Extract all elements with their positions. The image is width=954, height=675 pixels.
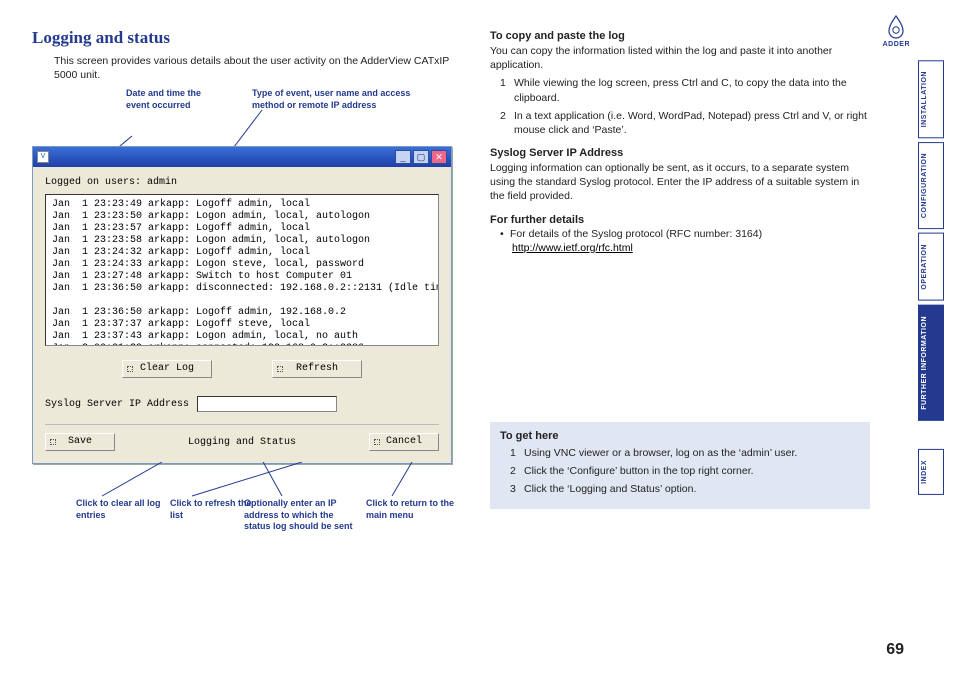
- to-get-here-box: To get here 1Using VNC viewer or a brows…: [490, 422, 870, 509]
- copy-intro: You can copy the information listed with…: [490, 44, 870, 72]
- tab-configuration[interactable]: CONFIGURATION: [918, 142, 944, 229]
- logged-on-label: Logged on users:: [45, 177, 141, 188]
- page-number: 69: [886, 641, 904, 659]
- vnc-icon: V: [37, 151, 49, 163]
- gethere-step-2: 2Click the ‘Configure’ button in the top…: [510, 464, 860, 478]
- tab-installation[interactable]: INSTALLATION: [918, 60, 944, 138]
- gethere-heading: To get here: [500, 430, 860, 442]
- rfc-link[interactable]: http://www.ietf.org/rfc.html: [512, 242, 633, 254]
- copy-step-1: 1While viewing the log screen, press Ctr…: [500, 76, 870, 104]
- further-bullet: •For details of the Syslog protocol (RFC…: [500, 228, 870, 240]
- log-window: V _ ▢ ✕ Logged on users: admin Jan 1 23:…: [32, 146, 452, 464]
- syslog-body: Logging information can optionally be se…: [490, 161, 870, 204]
- syslog-ip-label: Syslog Server IP Address: [45, 399, 189, 410]
- cancel-button[interactable]: Cancel: [369, 433, 439, 451]
- copy-heading: To copy and paste the log: [490, 30, 870, 42]
- intro-text: This screen provides various details abo…: [54, 54, 472, 82]
- tab-operation[interactable]: OPERATION: [918, 233, 944, 301]
- callout-syslog: Optionally enter an IP address to which …: [244, 498, 354, 532]
- syslog-heading: Syslog Server IP Address: [490, 147, 870, 159]
- screen-name-label: Logging and Status: [115, 437, 369, 448]
- gethere-step-1: 1Using VNC viewer or a browser, log on a…: [510, 446, 860, 460]
- page-title: Logging and status: [32, 28, 472, 48]
- maximize-icon[interactable]: ▢: [413, 150, 429, 164]
- close-icon[interactable]: ✕: [431, 150, 447, 164]
- further-heading: For further details: [490, 214, 870, 226]
- tab-index[interactable]: INDEX: [918, 449, 944, 495]
- gethere-step-3: 3Click the ‘Logging and Status’ option.: [510, 482, 860, 496]
- brand-logo: ADDER: [883, 14, 910, 48]
- clear-log-button[interactable]: Clear Log: [122, 360, 212, 378]
- logged-on-value: admin: [147, 177, 177, 188]
- syslog-ip-input[interactable]: [197, 396, 337, 412]
- save-button[interactable]: Save: [45, 433, 115, 451]
- refresh-button[interactable]: Refresh: [272, 360, 362, 378]
- side-nav: INSTALLATION CONFIGURATION OPERATION FUR…: [918, 60, 944, 495]
- callout-clear: Click to clear all log entries: [76, 498, 166, 521]
- tab-further-information[interactable]: FURTHER INFORMATION: [918, 305, 944, 421]
- copy-step-2: 2In a text application (i.e. Word, WordP…: [500, 109, 870, 137]
- minimize-icon[interactable]: _: [395, 150, 411, 164]
- log-listbox[interactable]: Jan 1 23:23:49 arkapp: Logoff admin, loc…: [45, 194, 439, 346]
- callout-cancel: Click to return to the main menu: [366, 498, 456, 521]
